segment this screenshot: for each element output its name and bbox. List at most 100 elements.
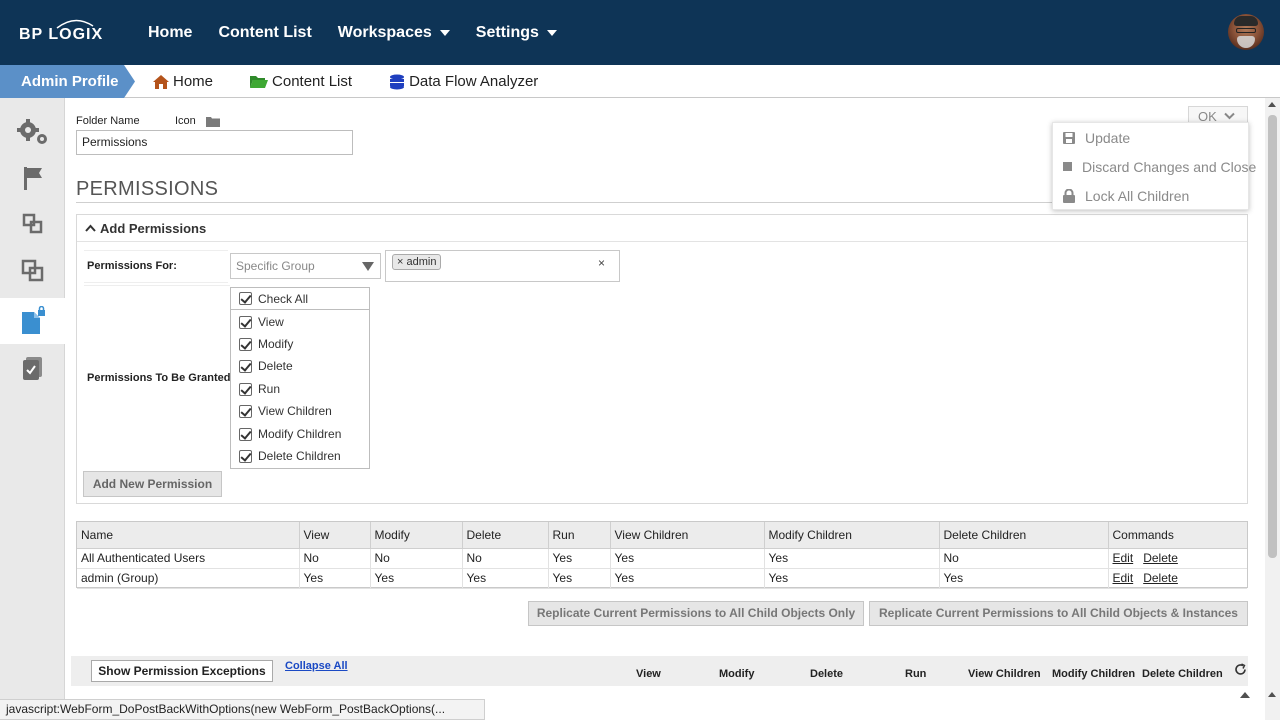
replicate-child-instances-button[interactable]: Replicate Current Permissions to All Chi…	[869, 601, 1248, 626]
col-delete[interactable]: Delete	[462, 522, 549, 549]
check-delete-children-label: Delete Children	[258, 449, 341, 463]
checkbox-delete-children[interactable]	[239, 449, 252, 463]
col-view[interactable]: View	[299, 522, 371, 549]
check-view-row[interactable]: View	[231, 311, 369, 333]
col-modify-children[interactable]: Modify Children	[764, 522, 940, 549]
topnav-settings[interactable]: Settings	[476, 24, 557, 42]
topnav-home[interactable]: Home	[148, 24, 192, 42]
admin-profile-crumb[interactable]: Admin Profile	[0, 65, 135, 98]
scroll-down-arrow-icon[interactable]	[1268, 692, 1276, 697]
folder-name-label: Folder Name	[76, 115, 140, 127]
topnav-workspaces-label: Workspaces	[337, 23, 432, 41]
col-delete-children[interactable]: Delete Children	[939, 522, 1109, 549]
check-modify-label: Modify	[258, 337, 294, 351]
left-sidebar	[0, 98, 66, 720]
check-view-children-row[interactable]: View Children	[231, 400, 369, 422]
check-modify-row[interactable]: Modify	[231, 333, 369, 355]
topnav-content-list[interactable]: Content List	[218, 24, 311, 42]
sidebar-settings[interactable]	[0, 109, 65, 155]
group-type-value: Specific Group	[236, 259, 315, 273]
add-permissions-title: Add Permissions	[100, 221, 207, 236]
subnav-home-label: Home	[173, 73, 214, 90]
checkbox-check-all[interactable]	[239, 292, 252, 305]
checkbox-run[interactable]	[239, 382, 252, 396]
database-icon	[390, 74, 405, 89]
subnav-data-flow-analyzer[interactable]: Data Flow Analyzer	[388, 73, 538, 90]
menu-update[interactable]: Update	[1053, 123, 1248, 152]
cell-modify-children: Yes	[764, 548, 940, 569]
sidebar-overlap-squares[interactable]	[0, 248, 65, 294]
refresh-icon[interactable]	[1234, 663, 1247, 676]
sidebar-link-squares[interactable]	[0, 201, 65, 247]
locked-document-icon	[22, 306, 45, 334]
checkbox-view[interactable]	[239, 315, 252, 329]
subnav-home[interactable]: Home	[152, 73, 213, 90]
checkbox-delete[interactable]	[239, 359, 252, 373]
sidebar-checklist[interactable]	[0, 346, 65, 392]
col-run[interactable]: Run	[548, 522, 611, 549]
lock-icon	[1063, 188, 1075, 203]
permission-checklist: Check All View Modify Delete Run View Ch…	[230, 287, 370, 469]
permissions-grid: Name View Modify Delete Run View Childre…	[76, 521, 1248, 589]
stop-icon	[1063, 160, 1072, 174]
check-run-row[interactable]: Run	[231, 378, 369, 400]
inner-scroll-up-icon[interactable]	[1240, 691, 1250, 698]
check-all-row[interactable]: Check All	[231, 288, 369, 310]
check-view-children-label: View Children	[258, 404, 332, 418]
admin-tag[interactable]: × admin	[392, 254, 442, 270]
logo-swoosh-icon	[56, 19, 94, 29]
scrollbar-thumb[interactable]	[1268, 115, 1277, 558]
user-avatar[interactable]	[1228, 14, 1264, 50]
col-modify[interactable]: Modify	[370, 522, 463, 549]
col-name[interactable]: Name	[77, 522, 300, 549]
check-delete-label: Delete	[258, 359, 293, 373]
page-scrollbar[interactable]	[1265, 98, 1280, 720]
add-permissions-header[interactable]: Add Permissions	[77, 215, 1247, 242]
check-all-label: Check All	[258, 291, 309, 306]
menu-discard-close[interactable]: Discard Changes and Close	[1053, 152, 1256, 181]
group-type-select[interactable]: Specific Group	[230, 253, 381, 279]
clear-tags-icon[interactable]: ×	[598, 256, 605, 270]
home-icon	[153, 74, 169, 89]
check-delete-row[interactable]: Delete	[231, 355, 369, 377]
chevron-up-icon	[85, 224, 96, 232]
icon-label: Icon	[175, 115, 196, 127]
check-modify-children-label: Modify Children	[258, 427, 342, 441]
cell-view-children: Yes	[610, 548, 765, 569]
subnav-content-list[interactable]: Content List	[249, 73, 352, 90]
checkbox-modify-children[interactable]	[239, 427, 252, 441]
gears-icon	[16, 119, 47, 144]
cell-commands: Edit Delete	[1108, 548, 1247, 569]
permissions-granted-label: Permissions To Be Granted	[87, 372, 231, 384]
tag-remove-icon[interactable]: ×	[397, 256, 403, 268]
checkbox-modify[interactable]	[239, 337, 252, 351]
check-modify-children-row[interactable]: Modify Children	[231, 423, 369, 445]
collapse-all-link[interactable]: Collapse All	[285, 660, 348, 672]
scroll-up-arrow-icon[interactable]	[1268, 102, 1276, 107]
delete-link[interactable]: Delete	[1143, 551, 1178, 565]
checkbox-view-children[interactable]	[239, 404, 252, 418]
col-view-children[interactable]: View Children	[610, 522, 765, 549]
cell-modify: No	[370, 548, 463, 569]
exceptions-col-delete-children: Delete Children	[1142, 668, 1223, 680]
menu-lock-children[interactable]: Lock All Children	[1053, 181, 1248, 210]
edit-link[interactable]: Edit	[1113, 551, 1134, 565]
sidebar-permissions[interactable]	[0, 298, 66, 344]
group-tag-input[interactable]: × admin ×	[385, 250, 620, 282]
top-navbar: BP LOGIX Home Content List Workspaces Se…	[0, 0, 1280, 65]
cell-view: No	[299, 548, 371, 569]
topnav-workspaces[interactable]: Workspaces	[338, 24, 450, 42]
folder-name-input[interactable]: Permissions	[76, 130, 353, 155]
cell-name: All Authenticated Users	[77, 548, 300, 569]
cell-run: Yes	[548, 548, 611, 569]
edit-link[interactable]: Edit	[1113, 571, 1134, 585]
sidebar-flag[interactable]	[0, 155, 65, 201]
show-permission-exceptions-button[interactable]: Show Permission Exceptions	[91, 660, 273, 682]
exceptions-col-modify: Modify	[719, 668, 755, 680]
add-new-permission-button[interactable]: Add New Permission	[83, 471, 222, 497]
check-delete-children-row[interactable]: Delete Children	[231, 445, 369, 467]
folder-icon[interactable]	[206, 116, 220, 127]
delete-link[interactable]: Delete	[1143, 571, 1178, 585]
replicate-child-only-button[interactable]: Replicate Current Permissions to All Chi…	[528, 601, 864, 626]
bplogix-logo[interactable]: BP LOGIX	[19, 18, 109, 46]
